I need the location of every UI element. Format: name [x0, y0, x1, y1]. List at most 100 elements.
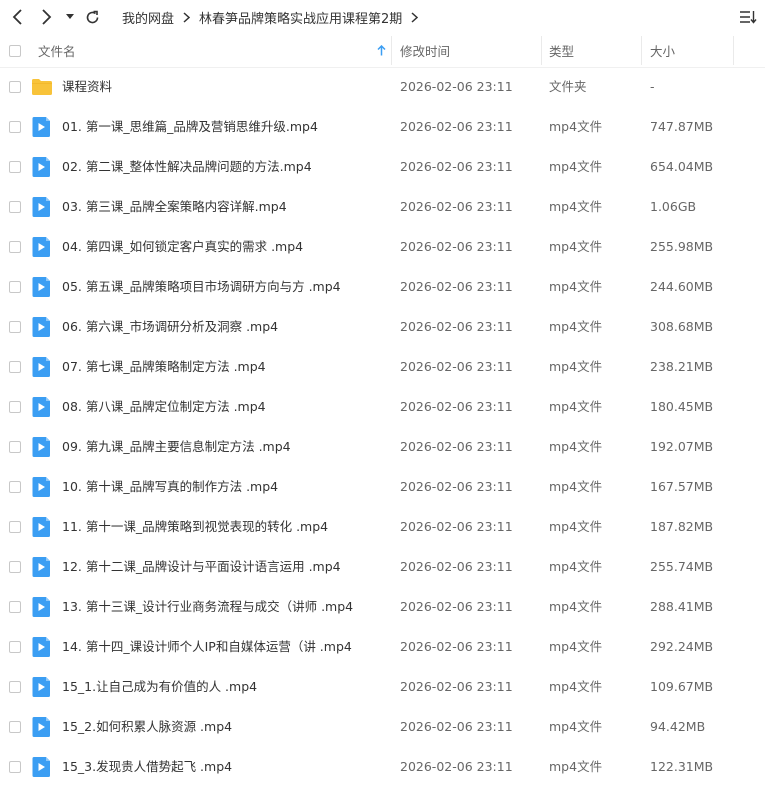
file-row[interactable]: 15_2.如何积累人脉资源 .mp4 2026-02-06 23:11 mp4文件 9…: [0, 707, 765, 747]
file-row[interactable]: 课程资料 2026-02-06 23:11 文件夹 -: [0, 67, 765, 107]
row-checkbox[interactable]: [9, 281, 21, 293]
row-checkbox[interactable]: [9, 121, 21, 133]
column-header-name[interactable]: 文件名: [38, 34, 76, 67]
row-checkbox[interactable]: [9, 641, 21, 653]
row-checkbox[interactable]: [9, 761, 21, 773]
file-size: 180.45MB: [650, 399, 714, 414]
file-type: mp4文件: [549, 119, 603, 134]
row-checkbox[interactable]: [9, 201, 21, 213]
file-size: 109.67MB: [650, 679, 714, 694]
file-row[interactable]: 07. 第七课_品牌策略制定方法 .mp4 2026-02-06 23:11 mp4…: [0, 347, 765, 387]
row-checkbox[interactable]: [9, 241, 21, 253]
file-size: 238.21MB: [650, 359, 714, 374]
file-modified-time: 2026-02-06 23:11: [400, 359, 513, 374]
row-checkbox[interactable]: [9, 601, 21, 613]
file-modified-time: 2026-02-06 23:11: [400, 599, 513, 614]
file-name[interactable]: 课程资料: [62, 67, 112, 107]
file-name[interactable]: 05. 第五课_品牌策略项目市场调研方向与方 .mp4: [62, 267, 341, 307]
row-checkbox[interactable]: [9, 81, 21, 93]
file-name[interactable]: 09. 第九课_品牌主要信息制定方法 .mp4: [62, 427, 291, 467]
file-size: 747.87MB: [650, 119, 714, 134]
file-name[interactable]: 02. 第二课_整体性解决品牌问题的方法.mp4: [62, 147, 312, 187]
file-name[interactable]: 03. 第三课_品牌全案策略内容详解.mp4: [62, 187, 287, 227]
history-dropdown-button[interactable]: [62, 5, 78, 29]
file-row[interactable]: 15_1.让自己成为有价值的人 .mp4 2026-02-06 23:11 mp4文…: [0, 667, 765, 707]
row-checkbox[interactable]: [9, 361, 21, 373]
file-row[interactable]: 05. 第五课_品牌策略项目市场调研方向与方 .mp4 2026-02-06 23…: [0, 267, 765, 307]
file-name[interactable]: 12. 第十二课_品牌设计与平面设计语言运用 .mp4: [62, 547, 341, 587]
file-name[interactable]: 07. 第七课_品牌策略制定方法 .mp4: [62, 347, 266, 387]
column-divider[interactable]: [541, 36, 542, 65]
chevron-left-icon: [12, 9, 22, 25]
file-row[interactable]: 10. 第十课_品牌写真的制作方法 .mp4 2026-02-06 23:11 mp…: [0, 467, 765, 507]
column-divider[interactable]: [641, 36, 642, 65]
video-file-icon: [32, 317, 52, 337]
file-type: mp4文件: [549, 639, 603, 654]
back-button[interactable]: [6, 5, 30, 29]
breadcrumb-item-root[interactable]: 我的网盘: [122, 8, 174, 27]
file-name[interactable]: 04. 第四课_如何锁定客户真实的需求 .mp4: [62, 227, 303, 267]
video-file-icon: [32, 677, 52, 697]
toolbar: 我的网盘 林春笋品牌策略实战应用课程第2期: [0, 0, 765, 34]
video-file-icon: [32, 157, 52, 177]
column-divider[interactable]: [391, 36, 392, 65]
file-name[interactable]: 08. 第八课_品牌定位制定方法 .mp4: [62, 387, 266, 427]
video-file-icon: [32, 477, 52, 497]
file-type: mp4文件: [549, 279, 603, 294]
file-row[interactable]: 08. 第八课_品牌定位制定方法 .mp4 2026-02-06 23:11 mp4…: [0, 387, 765, 427]
file-row[interactable]: 11. 第十一课_品牌策略到视觉表现的转化 .mp4 2026-02-06 23:…: [0, 507, 765, 547]
sort-list-icon: [740, 11, 757, 24]
video-file-icon: [32, 117, 52, 137]
file-modified-time: 2026-02-06 23:11: [400, 399, 513, 414]
row-checkbox[interactable]: [9, 441, 21, 453]
select-all-checkbox[interactable]: [9, 34, 21, 67]
row-checkbox[interactable]: [9, 321, 21, 333]
file-name[interactable]: 13. 第十三课_设计行业商务流程与成交（讲师 .mp4: [62, 587, 353, 627]
column-header-modified[interactable]: 修改时间: [400, 34, 450, 67]
file-name[interactable]: 06. 第六课_市场调研分析及洞察 .mp4: [62, 307, 278, 347]
file-row[interactable]: 14. 第十四_课设计师个人IP和自媒体运营（讲 .mp4 2026-02-06 …: [0, 627, 765, 667]
file-size: 292.24MB: [650, 639, 714, 654]
file-name[interactable]: 15_3.发现贵人借势起飞 .mp4: [62, 747, 232, 787]
video-file-icon: [32, 597, 52, 617]
file-type: 文件夹: [549, 79, 587, 94]
row-checkbox[interactable]: [9, 721, 21, 733]
row-checkbox[interactable]: [9, 161, 21, 173]
file-row[interactable]: 12. 第十二课_品牌设计与平面设计语言运用 .mp4 2026-02-06 23…: [0, 547, 765, 587]
row-checkbox[interactable]: [9, 561, 21, 573]
file-row[interactable]: 02. 第二课_整体性解决品牌问题的方法.mp4 2026-02-06 23:11…: [0, 147, 765, 187]
file-row[interactable]: 06. 第六课_市场调研分析及洞察 .mp4 2026-02-06 23:11 mp…: [0, 307, 765, 347]
file-name[interactable]: 10. 第十课_品牌写真的制作方法 .mp4: [62, 467, 278, 507]
column-divider[interactable]: [733, 36, 734, 65]
file-type: mp4文件: [549, 319, 603, 334]
file-row[interactable]: 04. 第四课_如何锁定客户真实的需求 .mp4 2026-02-06 23:11…: [0, 227, 765, 267]
forward-button[interactable]: [34, 5, 58, 29]
column-header-size[interactable]: 大小: [650, 34, 675, 67]
video-file-icon: [32, 437, 52, 457]
row-checkbox[interactable]: [9, 481, 21, 493]
sort-menu-button[interactable]: [737, 6, 759, 28]
file-row[interactable]: 13. 第十三课_设计行业商务流程与成交（讲师 .mp4 2026-02-06 2…: [0, 587, 765, 627]
folder-icon: [32, 77, 52, 97]
file-name[interactable]: 15_2.如何积累人脉资源 .mp4: [62, 707, 232, 747]
breadcrumb-item-current[interactable]: 林春笋品牌策略实战应用课程第2期: [199, 8, 402, 27]
caret-down-icon: [66, 14, 74, 19]
file-row[interactable]: 01. 第一课_思维篇_品牌及营销思维升级.mp4 2026-02-06 23:1…: [0, 107, 765, 147]
file-name[interactable]: 15_1.让自己成为有价值的人 .mp4: [62, 667, 257, 707]
file-name[interactable]: 01. 第一课_思维篇_品牌及营销思维升级.mp4: [62, 107, 318, 147]
video-file-icon: [32, 557, 52, 577]
row-checkbox[interactable]: [9, 401, 21, 413]
file-row[interactable]: 09. 第九课_品牌主要信息制定方法 .mp4 2026-02-06 23:11 m…: [0, 427, 765, 467]
file-row[interactable]: 03. 第三课_品牌全案策略内容详解.mp4 2026-02-06 23:11 mp…: [0, 187, 765, 227]
refresh-button[interactable]: [80, 5, 104, 29]
file-modified-time: 2026-02-06 23:11: [400, 679, 513, 694]
file-row[interactable]: 15_3.发现贵人借势起飞 .mp4 2026-02-06 23:11 mp4文件 1…: [0, 747, 765, 787]
file-name[interactable]: 14. 第十四_课设计师个人IP和自媒体运营（讲 .mp4: [62, 627, 352, 667]
row-checkbox[interactable]: [9, 521, 21, 533]
column-header-type[interactable]: 类型: [549, 34, 574, 67]
row-checkbox[interactable]: [9, 681, 21, 693]
file-type: mp4文件: [549, 199, 603, 214]
file-modified-time: 2026-02-06 23:11: [400, 79, 513, 94]
file-name[interactable]: 11. 第十一课_品牌策略到视觉表现的转化 .mp4: [62, 507, 328, 547]
file-list-header: 文件名 修改时间 类型 大小: [0, 34, 765, 68]
